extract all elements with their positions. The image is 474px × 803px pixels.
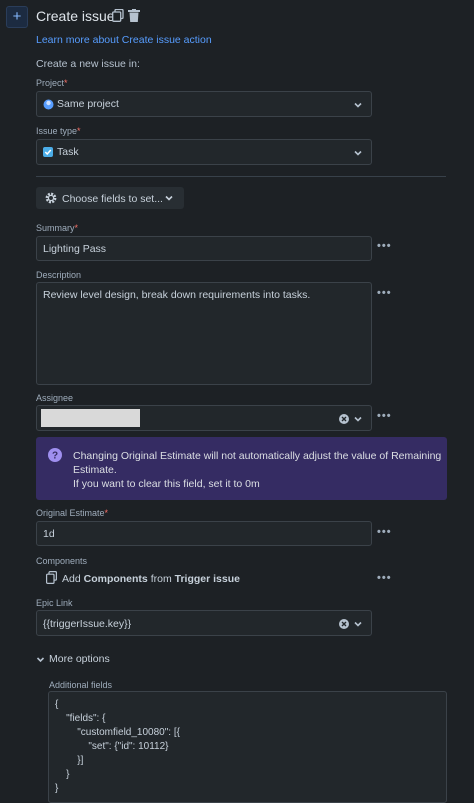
issue-type-label: Issue type* — [36, 126, 81, 136]
original-estimate-input[interactable]: 1d — [36, 521, 372, 546]
original-estimate-more-icon[interactable]: ••• — [377, 527, 393, 538]
learn-more-link[interactable]: Learn more about Create issue action — [36, 34, 212, 46]
project-label: Project* — [36, 78, 68, 88]
assignee-value-redacted — [41, 409, 140, 427]
description-more-icon[interactable]: ••• — [377, 288, 393, 299]
code-line: { — [55, 699, 59, 710]
issue-type-select[interactable]: Task — [36, 139, 372, 165]
choose-fields-label: Choose fields to set... — [62, 193, 163, 205]
issue-type-value: Task — [57, 146, 79, 158]
components-more-icon[interactable]: ••• — [377, 573, 393, 584]
copy-icon[interactable] — [112, 8, 126, 23]
banner-line-3: If you want to clear this field, set it … — [73, 478, 260, 490]
code-line: } — [55, 769, 70, 780]
summary-more-icon[interactable]: ••• — [377, 241, 393, 252]
svg-text:?: ? — [52, 451, 58, 462]
epic-link-label: Epic Link — [36, 598, 73, 608]
code-line: "fields": { — [55, 713, 106, 724]
gear-icon — [45, 192, 57, 204]
additional-fields-label: Additional fields — [49, 680, 113, 690]
clear-icon[interactable] — [339, 619, 349, 629]
banner-line-1: Changing Original Estimate will not auto… — [73, 450, 442, 462]
intro-text: Create a new issue in: — [36, 58, 140, 70]
add-button[interactable]: + — [6, 6, 28, 28]
chevron-down-icon — [353, 414, 363, 424]
info-banner: ? Changing Original Estimate will not au… — [36, 437, 447, 500]
description-label: Description — [36, 270, 82, 280]
code-line: }] — [55, 755, 84, 766]
chevron-down-icon — [353, 100, 363, 110]
assignee-more-icon[interactable]: ••• — [377, 411, 393, 422]
code-line: "set": {"id": 10112} — [55, 741, 169, 752]
chevron-down-icon — [353, 148, 363, 158]
assignee-label: Assignee — [36, 393, 74, 403]
description-textarea[interactable]: Review level design, break down requirem… — [36, 282, 372, 385]
description-value: Review level design, break down requirem… — [43, 289, 311, 301]
summary-value: Lighting Pass — [43, 243, 107, 255]
trash-icon[interactable] — [128, 9, 142, 23]
choose-fields-button[interactable]: Choose fields to set... — [36, 187, 184, 209]
epic-link-value: {{triggerIssue.key}} — [43, 618, 132, 630]
code-line: "customfield_10080": [{ — [55, 727, 180, 738]
more-options-toggle[interactable]: More options — [49, 653, 110, 665]
code-line: } — [55, 783, 59, 794]
components-add-text[interactable]: Add Components from Trigger issue — [62, 573, 240, 585]
components-label: Components — [36, 556, 88, 566]
clear-icon[interactable] — [339, 414, 349, 424]
chevron-down-icon[interactable] — [36, 655, 45, 664]
original-estimate-label: Original Estimate* — [36, 508, 109, 518]
summary-input[interactable]: Lighting Pass — [36, 236, 372, 261]
divider — [36, 176, 446, 177]
original-estimate-value: 1d — [43, 528, 55, 540]
summary-label: Summary* — [36, 223, 79, 233]
banner-line-2: Estimate. — [73, 464, 117, 476]
project-icon — [43, 99, 54, 110]
copy-icon — [46, 571, 58, 584]
project-select[interactable]: Same project — [36, 91, 372, 117]
epic-link-select[interactable]: {{triggerIssue.key}} — [36, 610, 372, 636]
chevron-down-icon — [164, 193, 174, 203]
additional-fields-editor[interactable]: { "fields": { "customfield_10080": [{ "s… — [48, 691, 447, 803]
project-value: Same project — [57, 98, 119, 110]
question-icon: ? — [48, 448, 62, 462]
chevron-down-icon — [353, 619, 363, 629]
task-icon — [43, 147, 53, 157]
page-title: Create issue — [36, 8, 115, 24]
assignee-select[interactable] — [36, 405, 372, 431]
